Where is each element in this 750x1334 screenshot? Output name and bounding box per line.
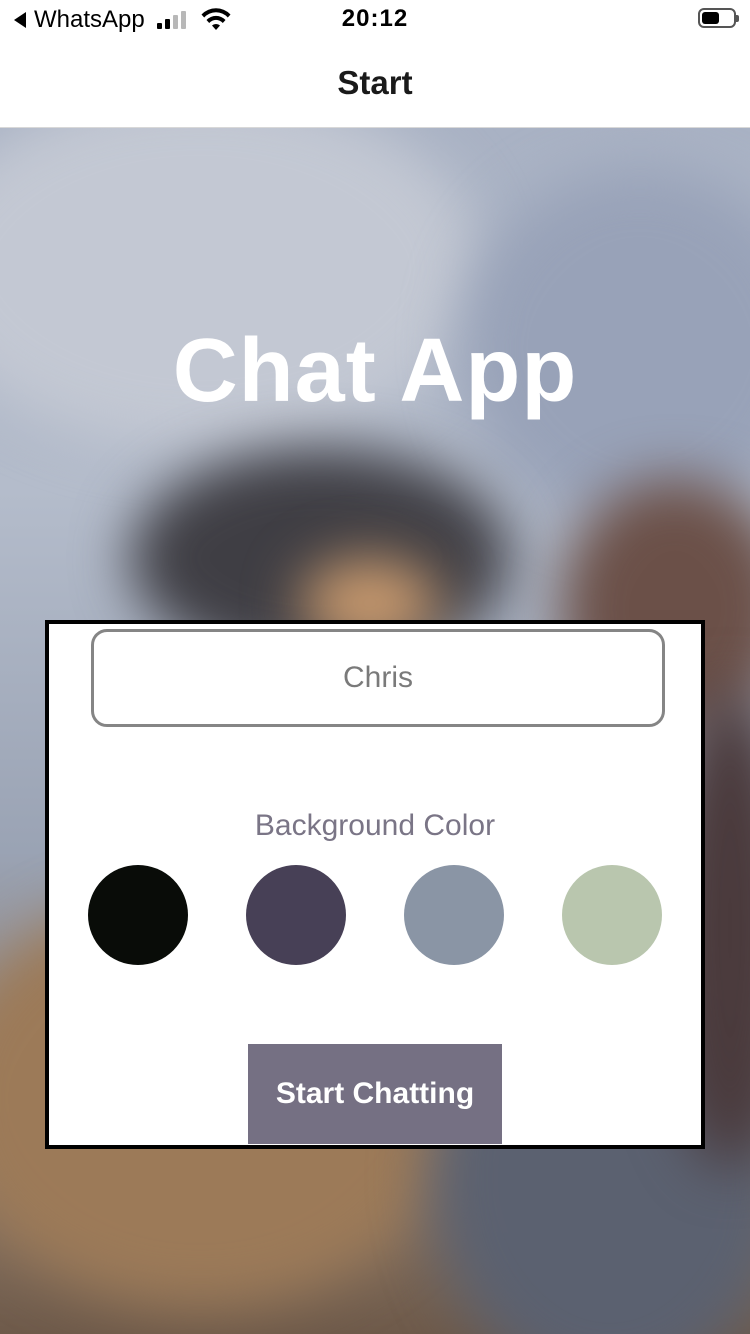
- status-time: 20:12: [341, 5, 409, 32]
- color-swatch-sage-green[interactable]: [562, 865, 662, 965]
- battery-icon: [698, 8, 739, 28]
- start-screen: WhatsApp 20:12 Start Chat App Chris Back…: [0, 0, 750, 1334]
- name-input[interactable]: [91, 629, 665, 727]
- app-title: Chat App: [172, 321, 578, 421]
- color-swatch-blue-gray[interactable]: [404, 865, 504, 965]
- start-card: Background Color Start Chatting: [45, 620, 705, 1149]
- background-color-label: Background Color: [254, 809, 496, 842]
- battery-fill: [702, 12, 719, 24]
- color-swatch-purple-gray[interactable]: [246, 865, 346, 965]
- status-bar: WhatsApp 20:12: [0, 0, 750, 40]
- start-chatting-button[interactable]: Start Chatting: [248, 1044, 502, 1144]
- nav-title: Start: [337, 64, 413, 101]
- color-swatch-black[interactable]: [88, 865, 188, 965]
- navigation-bar: Start: [0, 40, 750, 128]
